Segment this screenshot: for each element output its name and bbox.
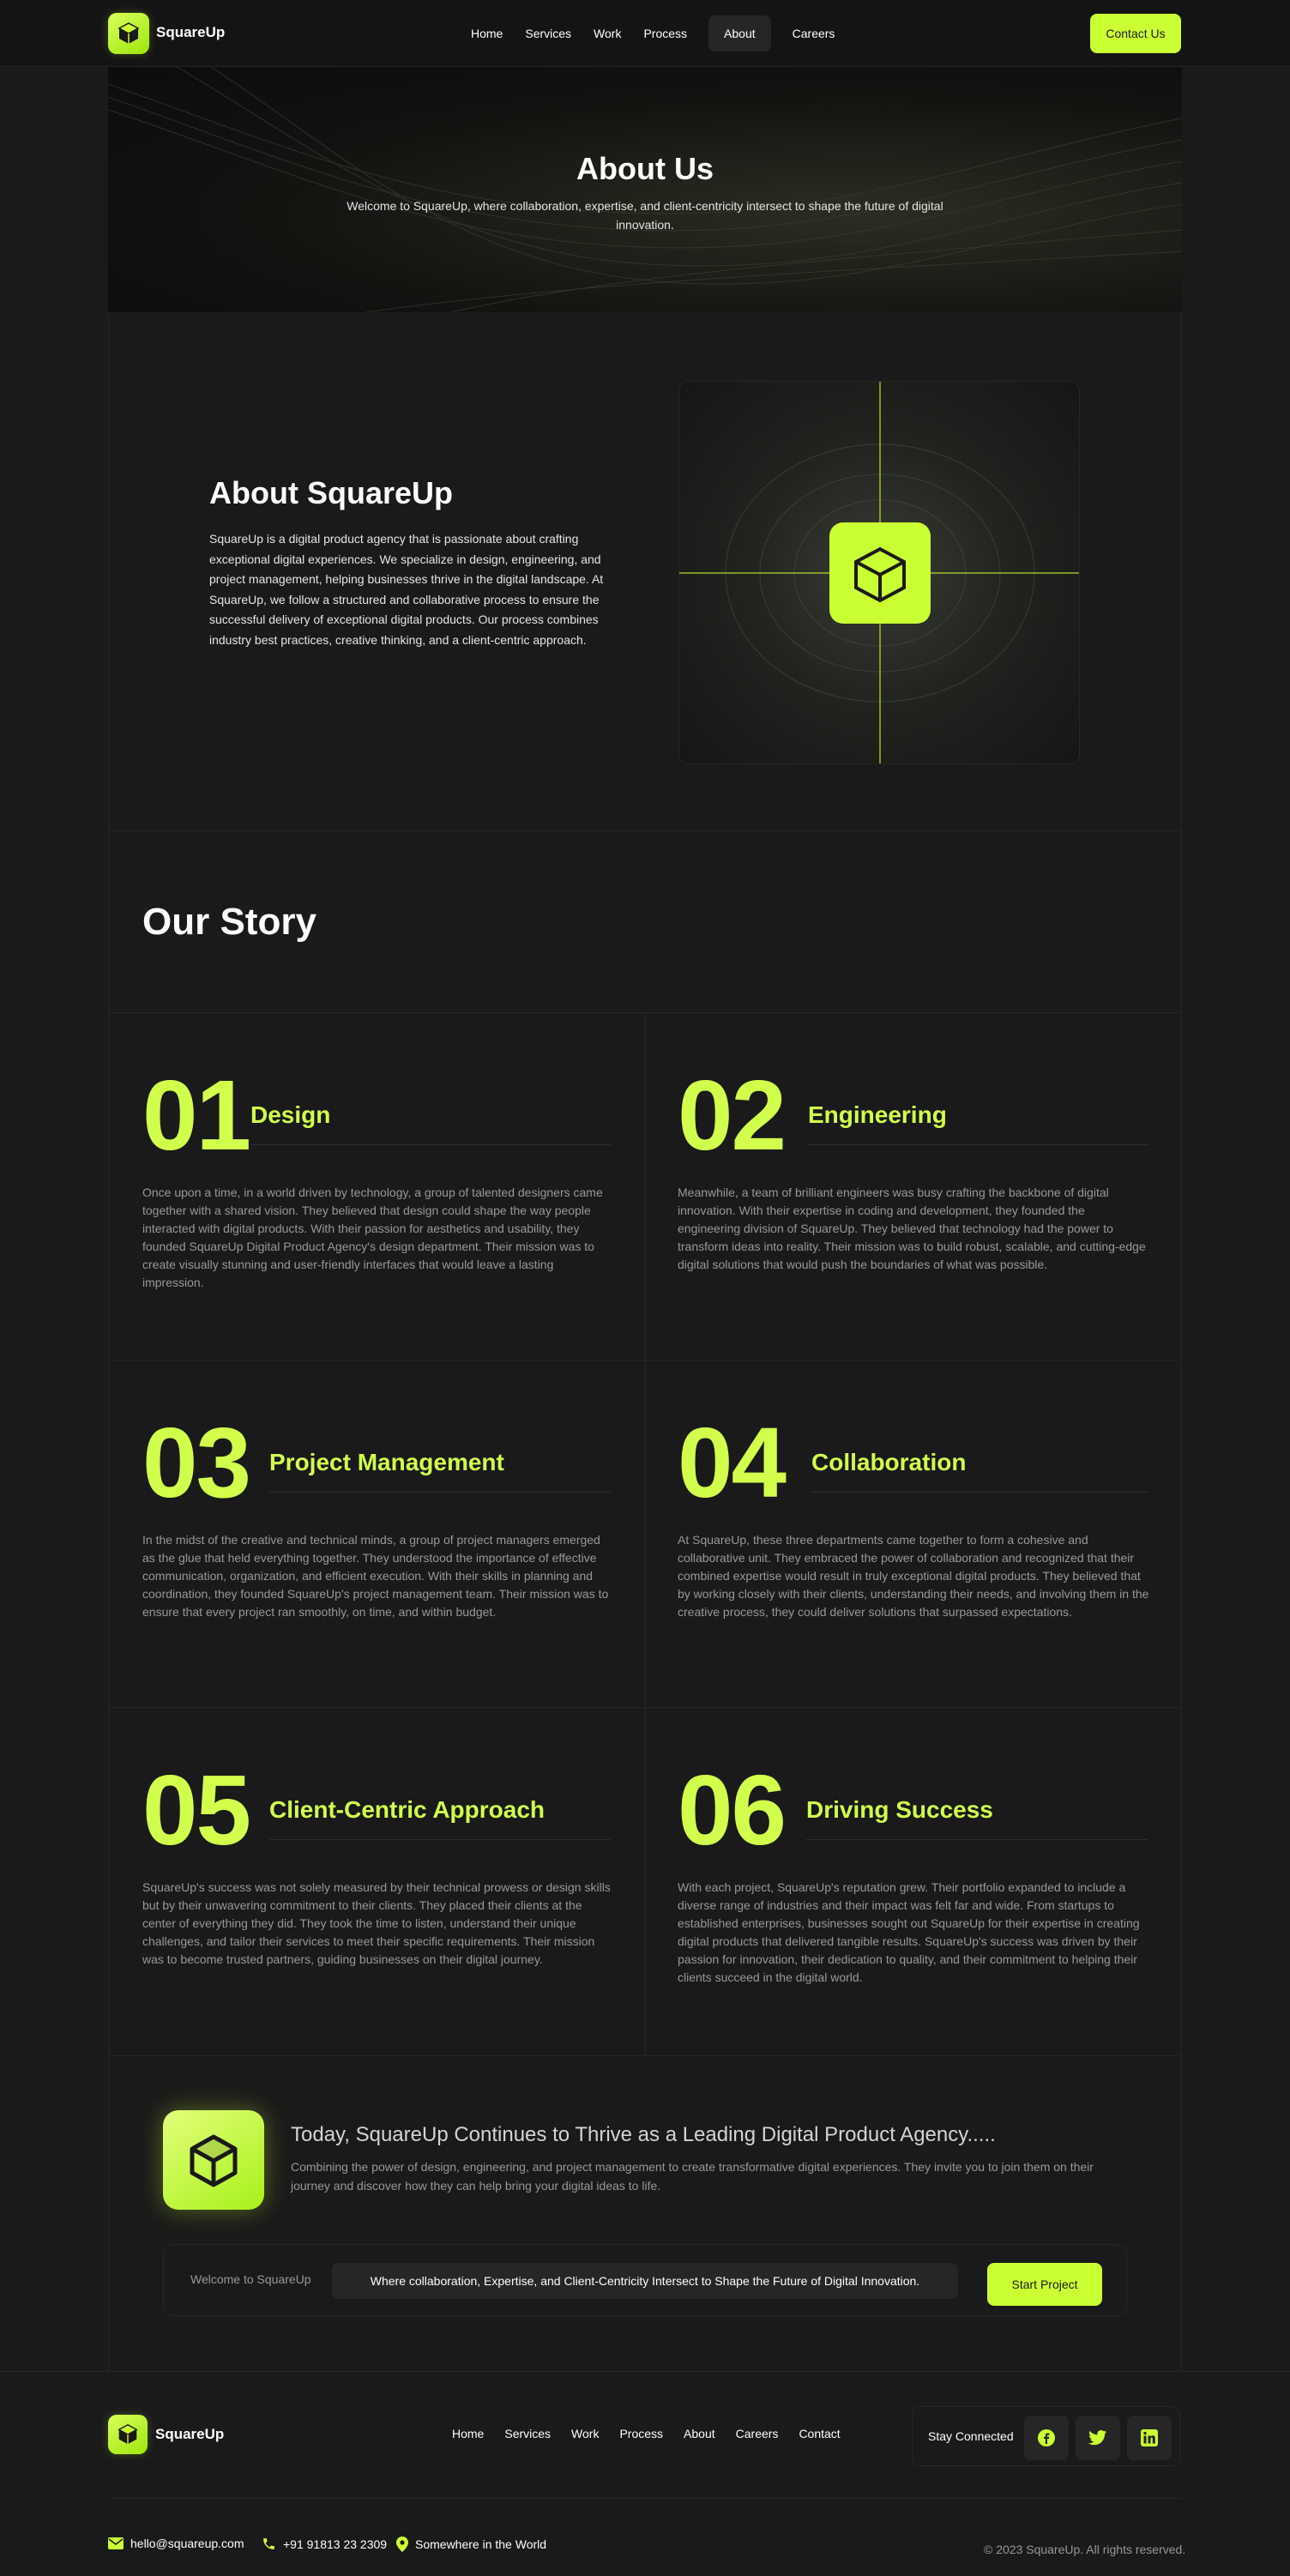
step-title: Design bbox=[250, 1101, 331, 1128]
step-underline bbox=[806, 1839, 1148, 1840]
nav-work[interactable]: Work bbox=[582, 15, 632, 51]
divider bbox=[108, 830, 1182, 831]
footer-logo-icon[interactable] bbox=[108, 2415, 148, 2454]
start-project-button[interactable]: Start Project bbox=[987, 2263, 1102, 2306]
twitter-icon[interactable] bbox=[1076, 2416, 1120, 2460]
hero-title: About Us bbox=[576, 151, 714, 186]
contact-us-button[interactable]: Contact Us bbox=[1090, 14, 1181, 53]
email-text[interactable]: hello@squareup.com bbox=[130, 2537, 244, 2550]
nav-home[interactable]: Home bbox=[460, 15, 514, 51]
divider bbox=[645, 1012, 646, 2055]
step-number: 01 bbox=[142, 1059, 251, 1171]
linkedin-icon[interactable] bbox=[1127, 2416, 1172, 2460]
divider bbox=[108, 2498, 1182, 2499]
divider bbox=[108, 2055, 1182, 2056]
about-illustration bbox=[678, 381, 1080, 764]
footer-nav-contact[interactable]: Contact bbox=[799, 2427, 840, 2440]
step-text: In the midst of the creative and technic… bbox=[142, 1533, 609, 1619]
stay-connected-label: Stay Connected bbox=[928, 2429, 1014, 2443]
about-text: SquareUp is a digital product agency tha… bbox=[209, 532, 604, 647]
contact-email[interactable]: hello@squareup.com bbox=[108, 2537, 244, 2550]
divider bbox=[0, 2371, 1290, 2372]
cta-welcome: Welcome to SquareUp bbox=[190, 2272, 311, 2286]
step-text: At SquareUp, these three departments cam… bbox=[678, 1533, 1149, 1619]
phone-text[interactable]: +91 91813 23 2309 bbox=[283, 2537, 387, 2551]
social-links: Stay Connected bbox=[912, 2406, 1180, 2466]
hero-background-waves bbox=[108, 67, 1182, 312]
hero-subtitle: Welcome to SquareUp, where collaboration… bbox=[347, 199, 943, 232]
logo-icon[interactable] bbox=[108, 13, 149, 54]
cta-tagline: Where collaboration, Expertise, and Clie… bbox=[332, 2263, 958, 2299]
divider bbox=[108, 1707, 1182, 1708]
step-text: Once upon a time, in a world driven by t… bbox=[142, 1185, 603, 1289]
main-nav: Home Services Work Process About Careers bbox=[460, 15, 846, 51]
step-title: Driving Success bbox=[806, 1796, 993, 1823]
step-title: Engineering bbox=[808, 1101, 947, 1128]
step-title: Client-Centric Approach bbox=[269, 1796, 545, 1823]
cta-title: Today, SquareUp Continues to Thrive as a… bbox=[291, 2123, 996, 2146]
step-underline bbox=[250, 1144, 611, 1145]
story-title: Our Story bbox=[142, 901, 316, 943]
about-title: About SquareUp bbox=[209, 475, 453, 510]
step-number: 04 bbox=[678, 1407, 787, 1518]
footer-nav-home[interactable]: Home bbox=[452, 2427, 484, 2440]
site-header: SquareUp Home Services Work Process Abou… bbox=[0, 0, 1290, 67]
contact-location[interactable]: Somewhere in the World bbox=[396, 2537, 546, 2552]
copyright: © 2023 SquareUp. All rights reserved. bbox=[984, 2543, 1186, 2556]
logo-text[interactable]: SquareUp bbox=[156, 24, 225, 41]
step-title: Project Management bbox=[269, 1449, 504, 1475]
step-number: 02 bbox=[678, 1059, 787, 1171]
footer-nav-careers[interactable]: Careers bbox=[736, 2427, 779, 2440]
nav-process[interactable]: Process bbox=[632, 15, 698, 51]
phone-icon bbox=[263, 2538, 274, 2549]
step-underline bbox=[808, 1144, 1148, 1145]
step-number: 03 bbox=[142, 1407, 251, 1518]
nav-about[interactable]: About bbox=[708, 15, 771, 51]
cube-logo-icon bbox=[163, 2110, 264, 2210]
footer-nav-about[interactable]: About bbox=[684, 2427, 715, 2440]
cta-bar: Welcome to SquareUp Where collaboration,… bbox=[163, 2244, 1127, 2316]
step-text: Meanwhile, a team of brilliant engineers… bbox=[678, 1185, 1146, 1271]
facebook-icon[interactable] bbox=[1024, 2416, 1069, 2460]
nav-services[interactable]: Services bbox=[514, 15, 582, 51]
footer-nav-work[interactable]: Work bbox=[571, 2427, 599, 2440]
step-number: 06 bbox=[678, 1754, 787, 1866]
step-text: SquareUp's success was not solely measur… bbox=[142, 1880, 611, 1966]
footer-nav-process[interactable]: Process bbox=[619, 2427, 663, 2440]
step-underline bbox=[269, 1492, 611, 1493]
location-text[interactable]: Somewhere in the World bbox=[415, 2537, 546, 2551]
footer-nav-services[interactable]: Services bbox=[504, 2427, 551, 2440]
footer-logo-text[interactable]: SquareUp bbox=[155, 2426, 224, 2443]
location-pin-icon bbox=[396, 2537, 408, 2552]
step-text: With each project, SquareUp's reputation… bbox=[678, 1880, 1140, 1984]
hero-banner: About Us Welcome to SquareUp, where coll… bbox=[108, 67, 1182, 312]
contact-phone[interactable]: +91 91813 23 2309 bbox=[262, 2537, 387, 2551]
step-number: 05 bbox=[142, 1754, 251, 1866]
footer-nav: Home Services Work Process About Careers… bbox=[452, 2427, 861, 2440]
nav-careers[interactable]: Careers bbox=[781, 15, 847, 51]
step-underline bbox=[269, 1839, 611, 1840]
mail-icon bbox=[108, 2537, 124, 2549]
step-underline bbox=[811, 1492, 1148, 1493]
cta-text: Combining the power of design, engineeri… bbox=[291, 2160, 1094, 2193]
step-title: Collaboration bbox=[811, 1449, 967, 1475]
